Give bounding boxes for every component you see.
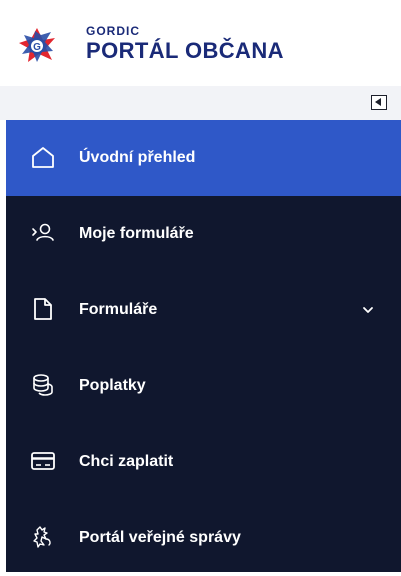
document-icon xyxy=(34,298,52,320)
brand-company-name: GORDIC xyxy=(86,24,140,38)
sidebar-toolbar xyxy=(0,86,401,120)
credit-card-icon xyxy=(31,452,55,470)
lion-emblem-icon xyxy=(33,526,51,548)
sidebar-item-label: Formuláře xyxy=(79,301,158,318)
brand-portal-title[interactable]: PORTÁL OBČANA xyxy=(86,38,284,64)
user-forms-icon xyxy=(32,223,54,241)
sidebar-item-pay[interactable]: Chci zaplatit xyxy=(6,424,401,500)
gordic-logo-icon[interactable]: G xyxy=(16,23,74,69)
app: G GORDIC PORTÁL OBČANA Úvodní přehled Mo… xyxy=(0,0,401,572)
sidebar-item-overview[interactable]: Úvodní přehled xyxy=(6,120,401,196)
svg-text:G: G xyxy=(33,42,41,53)
sidebar-item-forms[interactable]: Formuláře xyxy=(6,272,401,348)
sidebar-item-public-administration-portal[interactable]: Portál veřejné správy xyxy=(6,500,401,576)
sidebar-item-label: Úvodní přehled xyxy=(79,149,196,166)
coins-icon xyxy=(33,374,53,396)
sidebar-item-label: Moje formuláře xyxy=(79,225,194,242)
chevron-down-icon[interactable] xyxy=(362,305,374,315)
brand-header: G GORDIC PORTÁL OBČANA xyxy=(0,0,401,86)
sidebar-item-label: Portál veřejné správy xyxy=(79,529,241,546)
sidebar-item-my-forms[interactable]: Moje formuláře xyxy=(6,196,401,272)
home-icon xyxy=(32,147,54,168)
sidebar-nav: Úvodní přehled Moje formuláře Formuláře xyxy=(6,120,401,572)
sidebar-item-label: Chci zaplatit xyxy=(79,453,174,470)
sidebar-item-fees[interactable]: Poplatky xyxy=(6,348,401,424)
collapse-sidebar-icon[interactable] xyxy=(371,95,387,110)
sidebar-item-label: Poplatky xyxy=(79,377,146,394)
